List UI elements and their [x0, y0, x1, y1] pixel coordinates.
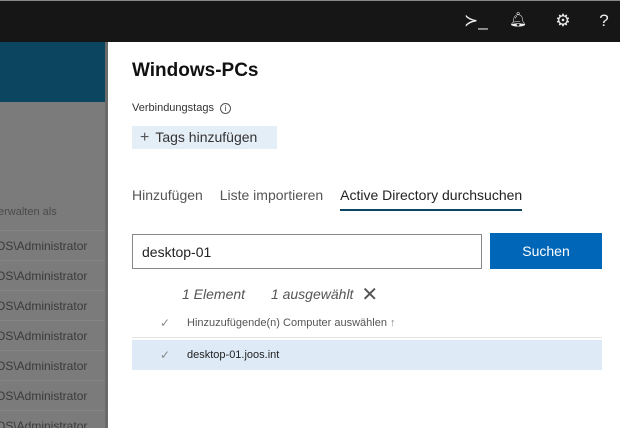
tab-add[interactable]: Hinzufügen — [132, 187, 203, 209]
table-row: OS\Administrator — [0, 260, 106, 290]
search-input[interactable] — [132, 234, 482, 269]
table-row: OS\Administrator — [0, 350, 106, 380]
table-row: OS\Administrator — [0, 230, 106, 260]
list-header-label: Hinzuzufügende(n) Computer auswählen ↑ — [187, 317, 396, 329]
list-header[interactable]: ✓ Hinzuzufügende(n) Computer auswählen ↑ — [132, 312, 602, 338]
tab-import-list[interactable]: Liste importieren — [220, 187, 324, 209]
result-counts: 1 Element 1 ausgewählt ✕ — [182, 282, 400, 307]
background-header — [0, 42, 106, 102]
bell-icon[interactable]: 🔔︎ — [507, 11, 529, 28]
tab-active-directory[interactable]: Active Directory durchsuchen — [340, 187, 523, 211]
tags-label: Verbindungstags i — [132, 102, 231, 114]
page-title: Windows-PCs — [132, 60, 259, 81]
table-row: OS\Administrator — [0, 290, 106, 320]
column-header: erwalten als — [0, 206, 57, 218]
search-button[interactable]: Suchen — [490, 233, 602, 269]
add-tags-label: Tags hinzufügen — [155, 129, 258, 145]
check-icon[interactable]: ✓ — [160, 348, 170, 362]
tags-label-text: Verbindungstags — [132, 102, 214, 114]
help-icon[interactable]: ? — [593, 11, 615, 31]
plus-icon: + — [140, 129, 150, 146]
info-icon[interactable]: i — [219, 102, 231, 114]
background-panel: erwalten als OS\Administrator OS\Adminis… — [0, 42, 106, 428]
tabs: Hinzufügen Liste importieren Active Dire… — [132, 187, 535, 211]
sort-up-icon: ↑ — [390, 317, 396, 329]
gear-icon[interactable]: ⚙ — [552, 11, 574, 31]
table-row: OS\Administrator — [0, 410, 106, 428]
add-tags-button[interactable]: + Tags hinzufügen — [132, 126, 277, 149]
select-all-check-icon[interactable]: ✓ — [160, 316, 170, 330]
table-row: OS\Administrator — [0, 320, 106, 350]
table-row: OS\Administrator — [0, 380, 106, 410]
panel-divider — [105, 42, 108, 428]
terminal-icon[interactable]: ≻_ — [464, 11, 488, 31]
top-bar: ≻_ 🔔︎ ⚙ ? — [0, 0, 620, 42]
list-item[interactable]: ✓ desktop-01.joos.int — [132, 340, 602, 370]
list-item-label: desktop-01.joos.int — [187, 349, 280, 361]
element-count: 1 Element — [182, 286, 246, 302]
selected-count: 1 ausgewählt — [270, 286, 354, 302]
clear-selection-icon[interactable]: ✕ — [361, 284, 378, 306]
